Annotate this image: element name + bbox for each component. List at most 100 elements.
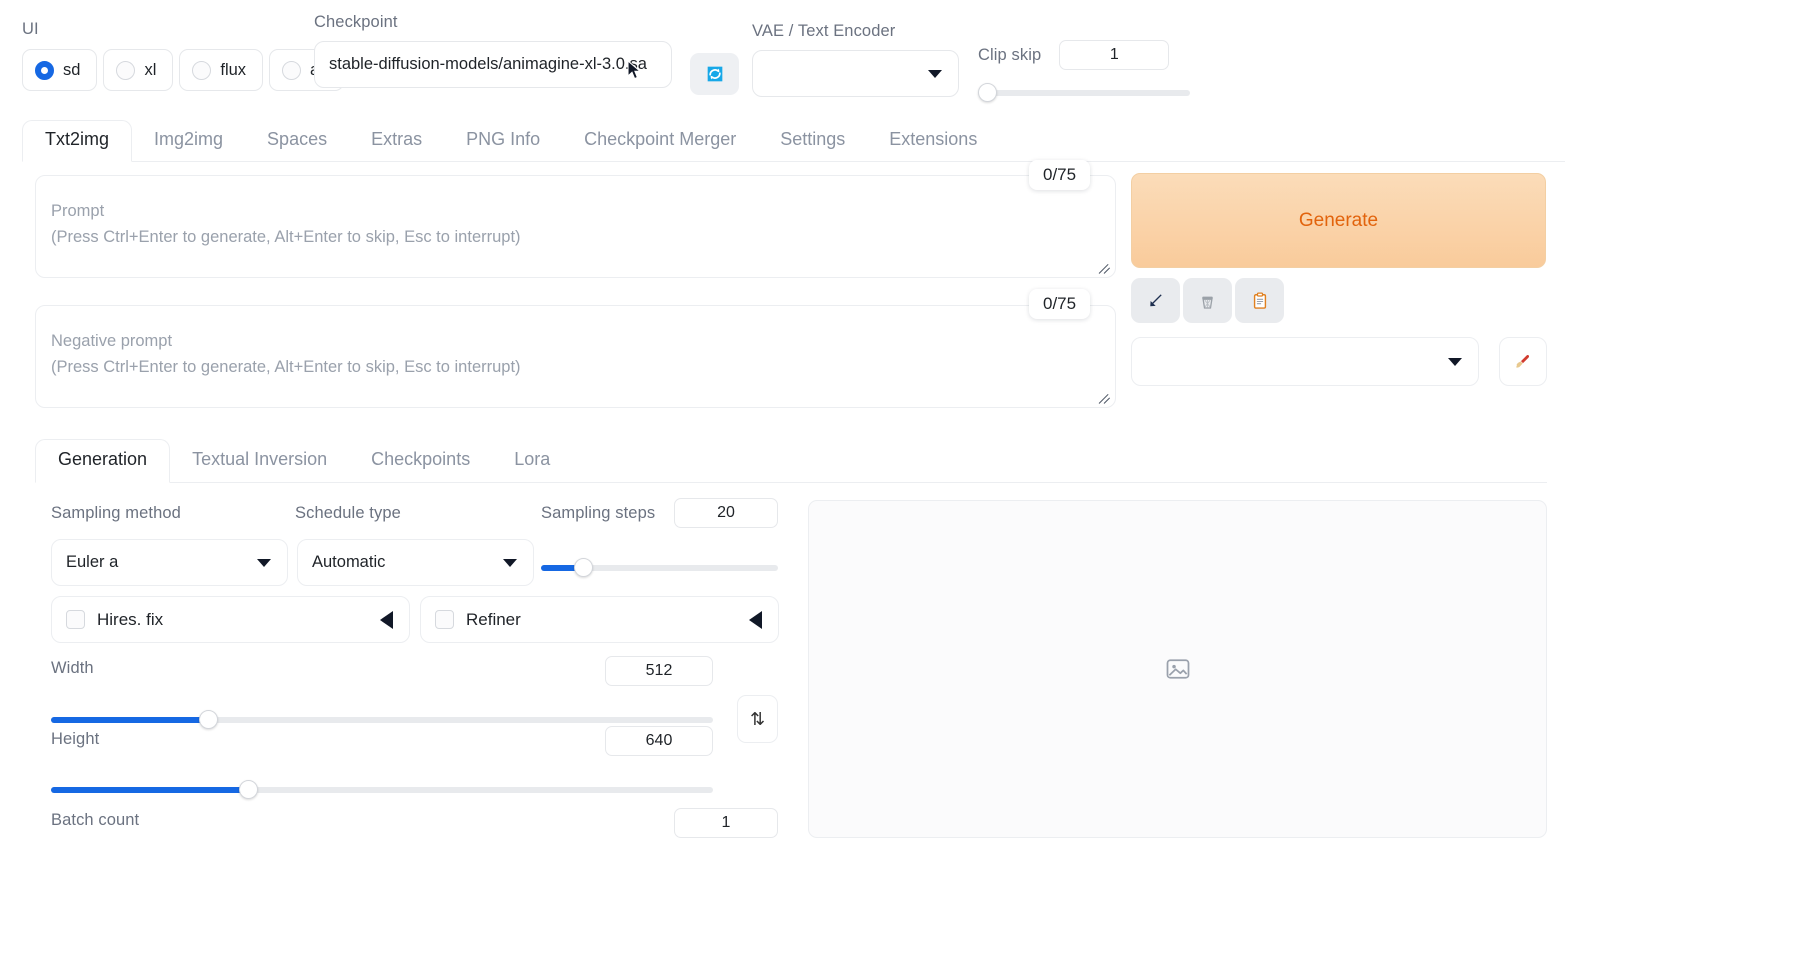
apply-style-button[interactable] [1235,278,1284,323]
slider-knob[interactable] [574,558,593,577]
negative-prompt-textarea[interactable]: Negative prompt (Press Ctrl+Enter to gen… [35,305,1116,408]
sampling-method-value: Euler a [66,553,119,571]
ui-radio-row: sd xl flux all [22,49,344,91]
slider-track [978,90,1190,96]
clip-skip-slider[interactable] [978,83,1190,102]
slider-knob[interactable] [239,780,258,799]
sub-tab-bar: Generation Textual Inversion Checkpoints… [35,437,1547,483]
refiner-checkbox[interactable] [435,610,454,629]
top-bar: UI sd xl flux all [0,0,1565,118]
refresh-icon [707,66,722,82]
subtab-generation[interactable]: Generation [35,439,171,483]
negative-prompt-resize-handle[interactable] [1099,392,1111,404]
width-label: Width [51,659,94,677]
ui-radio-xl-label: xl [144,60,157,79]
width-input[interactable]: 512 [605,656,713,686]
prompt-token-counter: 0/75 [1029,160,1091,190]
clip-skip-input[interactable]: 1 [1059,40,1170,70]
slider-knob[interactable] [199,710,218,729]
slider-fill [51,717,208,723]
sampling-steps-slider[interactable] [541,558,778,577]
subtab-textual-inversion[interactable]: Textual Inversion [170,440,349,482]
sampling-method-select[interactable]: Euler a [51,539,288,586]
tab-settings[interactable]: Settings [758,121,867,161]
checkpoint-label: Checkpoint [314,13,398,31]
refiner-label: Refiner [466,609,521,629]
height-label: Height [51,730,100,748]
hires-fix-accordion[interactable]: Hires. fix [51,596,410,643]
schedule-type-label: Schedule type [295,504,401,522]
collapse-left-icon[interactable] [749,610,762,629]
batch-count-input[interactable]: 1 [674,808,778,838]
sampling-steps-input[interactable]: 20 [674,498,778,528]
clip-skip-label: Clip skip [978,45,1042,64]
clipboard-icon [1253,292,1266,309]
clip-skip-group: Clip skip 1 [978,40,1190,102]
negative-prompt-token-counter: 0/75 [1029,289,1091,319]
height-slider[interactable] [51,780,713,799]
schedule-type-select[interactable]: Automatic [297,539,534,586]
ui-radio-flux[interactable]: flux [179,49,264,91]
chevron-down-icon [257,558,271,567]
generation-settings-pane: Sampling method Schedule type Sampling s… [51,498,791,958]
tab-extensions[interactable]: Extensions [867,121,999,161]
ui-radio-sd-label: sd [63,60,81,79]
generate-button[interactable]: Generate [1131,173,1546,268]
read-generation-params-icon [1150,294,1162,307]
negative-prompt-placeholder-hint: (Press Ctrl+Enter to generate, Alt+Enter… [51,358,521,376]
schedule-type-value: Automatic [312,553,386,571]
hires-fix-label: Hires. fix [97,609,164,629]
vae-group: VAE / Text Encoder [752,22,959,97]
vae-label: VAE / Text Encoder [752,22,896,40]
styles-select[interactable] [1131,337,1479,386]
prompt-resize-handle[interactable] [1099,262,1111,274]
radio-dot-icon [282,60,302,80]
prompt-placeholder-hint: (Press Ctrl+Enter to generate, Alt+Enter… [51,228,521,246]
ui-radio-flux-label: flux [220,60,247,79]
prompt-placeholder-label: Prompt [51,202,105,220]
hires-fix-checkbox[interactable] [66,610,85,629]
height-input[interactable]: 640 [605,726,713,756]
ui-radio-sd[interactable]: sd [22,49,98,91]
checkpoint-input[interactable]: stable-diffusion-models/animagine-xl-3.0… [314,41,672,88]
chevron-down-icon [928,69,942,78]
slider-knob[interactable] [978,83,997,102]
output-gallery[interactable] [808,500,1547,838]
ui-filter-group: UI sd xl flux all [22,20,344,91]
radio-dot-icon [35,60,54,80]
ui-radio-xl[interactable]: xl [103,49,174,91]
image-placeholder-icon [1166,659,1189,679]
ui-filter-label: UI [22,20,39,38]
checkpoint-group: Checkpoint stable-diffusion-models/anima… [314,13,672,88]
refiner-accordion[interactable]: Refiner [420,596,779,643]
trash-icon [1202,296,1213,309]
slider-fill [51,787,248,793]
clear-prompt-button[interactable] [1183,278,1232,323]
swap-dimensions-button[interactable]: ⇅ [737,695,778,743]
subtab-lora[interactable]: Lora [492,440,572,482]
edit-styles-button[interactable] [1499,337,1547,386]
batch-count-label: Batch count [51,811,140,829]
main-tab-bar: Txt2img Img2img Spaces Extras PNG Info C… [22,120,1565,162]
webui-root: UI sd xl flux all [0,0,1818,971]
negative-prompt-placeholder-label: Negative prompt [51,332,173,350]
refresh-checkpoints-button[interactable] [690,53,739,95]
tab-spaces[interactable]: Spaces [245,121,349,161]
radio-dot-icon [116,60,136,80]
chevron-down-icon [503,558,517,567]
sampling-steps-label: Sampling steps [541,504,656,522]
subtab-checkpoints[interactable]: Checkpoints [349,440,492,482]
vae-select[interactable] [752,50,959,97]
tab-png-info[interactable]: PNG Info [444,121,562,161]
chevron-down-icon [1448,357,1462,366]
prompt-textarea[interactable]: Prompt (Press Ctrl+Enter to generate, Al… [35,175,1116,278]
read-generation-params-button[interactable] [1131,278,1180,323]
swap-arrows-icon: ⇅ [749,708,766,729]
collapse-left-icon[interactable] [380,610,393,629]
tab-img2img[interactable]: Img2img [132,121,245,161]
tab-txt2img[interactable]: Txt2img [22,120,133,162]
tab-checkpoint-merger[interactable]: Checkpoint Merger [562,121,758,161]
paintbrush-icon [1516,354,1530,368]
tab-extras[interactable]: Extras [349,121,444,161]
radio-dot-icon [192,60,212,80]
